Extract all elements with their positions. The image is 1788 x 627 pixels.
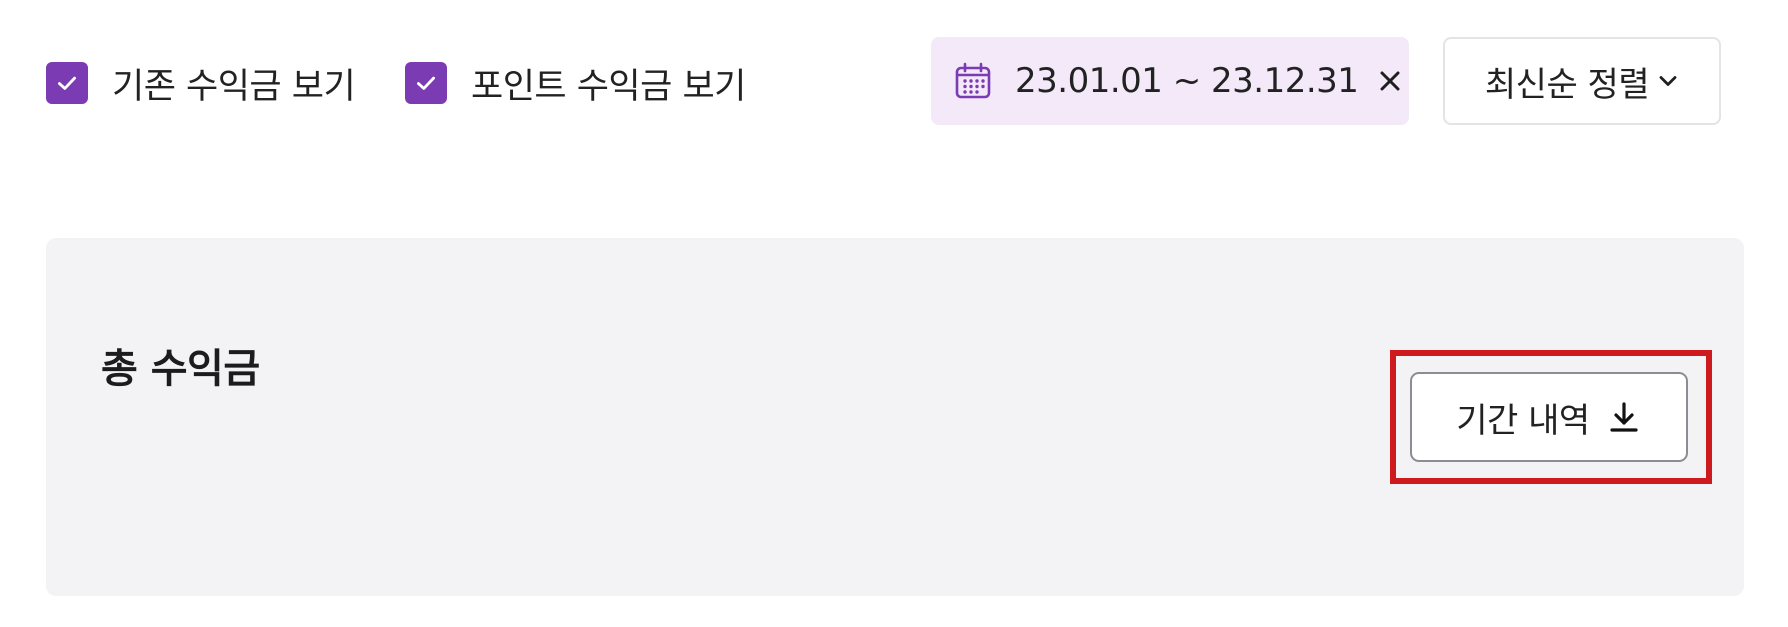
sort-dropdown-button[interactable]: 최신순 정렬	[1443, 37, 1721, 125]
filter-toolbar: 기존 수익금 보기 포인트 수익금 보기 23.01.01 ~ 23.12.31…	[0, 0, 1788, 160]
sort-label: 최신순 정렬	[1484, 64, 1650, 105]
date-range-chip[interactable]: 23.01.01 ~ 23.12.31	[931, 37, 1409, 125]
show-existing-earnings-checkbox[interactable]: 기존 수익금 보기	[46, 62, 356, 107]
highlight-box	[1390, 350, 1712, 484]
calendar-icon	[953, 61, 993, 101]
date-range-text: 23.01.01 ~ 23.12.31	[1015, 61, 1359, 101]
checkbox-checked-icon	[405, 62, 447, 104]
checkbox-checked-icon	[46, 62, 88, 104]
chevron-down-icon	[1657, 70, 1679, 92]
show-point-earnings-label: 포인트 수익금 보기	[471, 66, 746, 107]
show-existing-earnings-label: 기존 수익금 보기	[112, 66, 356, 107]
show-point-earnings-checkbox[interactable]: 포인트 수익금 보기	[405, 62, 746, 107]
total-earnings-title: 총 수익금	[101, 346, 260, 392]
close-icon[interactable]	[1376, 67, 1404, 95]
